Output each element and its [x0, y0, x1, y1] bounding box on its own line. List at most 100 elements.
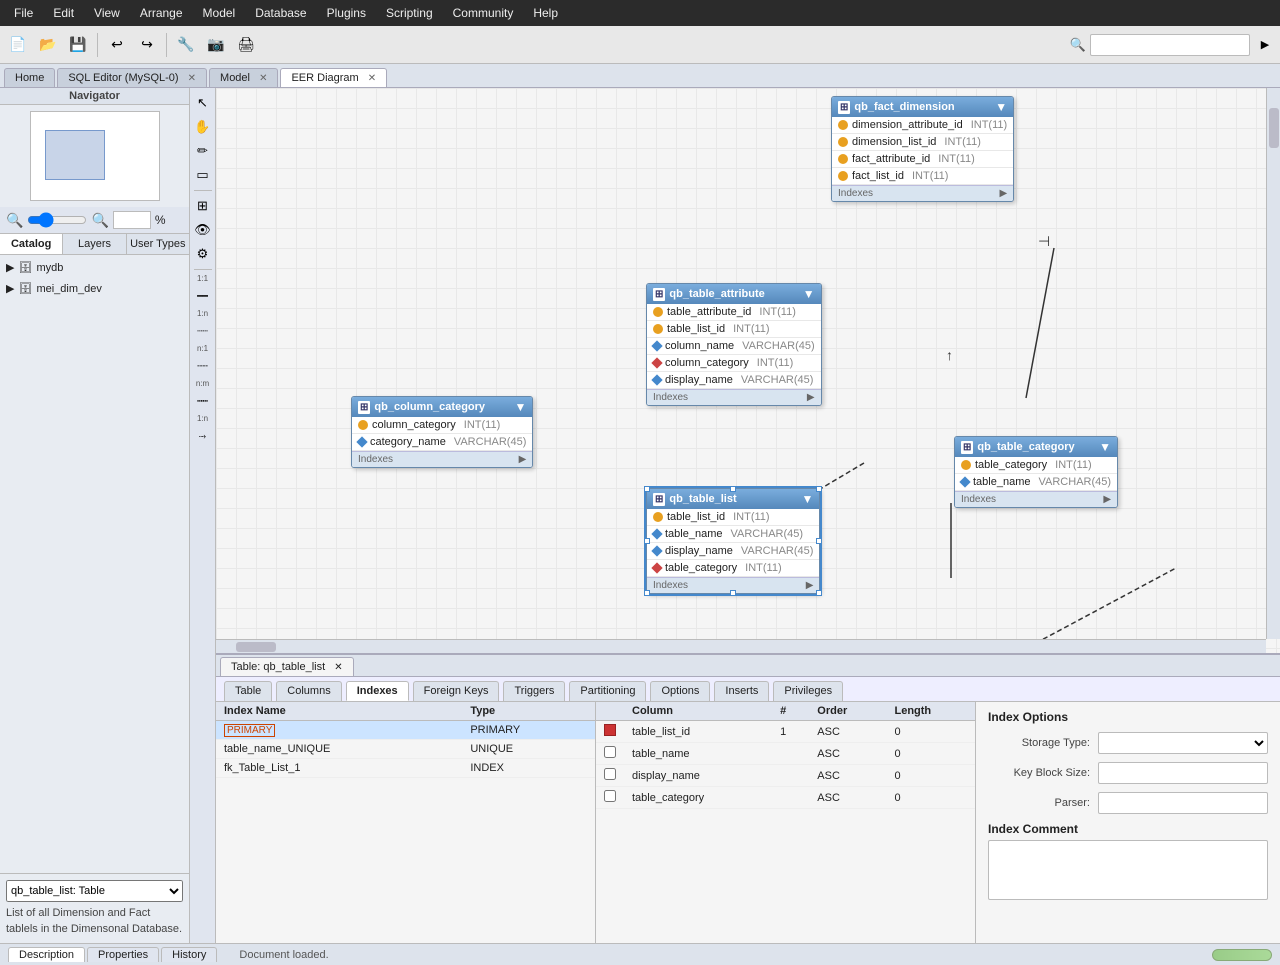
tab-sql-editor[interactable]: SQL Editor (MySQL-0) ✕	[57, 68, 207, 87]
col-checkbox-0-checked[interactable]	[604, 724, 616, 736]
hand-tool[interactable]: ✋	[192, 116, 214, 138]
toggle-button[interactable]: 🔧	[172, 31, 200, 59]
vertical-scrollbar[interactable]	[1266, 88, 1280, 639]
rel-11-tool[interactable]: ━━	[192, 285, 214, 307]
scrollbar-thumb-h[interactable]	[236, 642, 276, 652]
resize-handle-tr[interactable]	[816, 486, 822, 492]
rel-n1-tool[interactable]: ╌╌	[192, 355, 214, 377]
itab-inserts[interactable]: Inserts	[714, 681, 769, 701]
tab-model[interactable]: Model ✕	[209, 68, 278, 87]
opt-parser-input[interactable]	[1098, 792, 1268, 814]
opt-keyblock-input[interactable]: 0	[1098, 762, 1268, 784]
eer-footer-fact[interactable]: Indexes ▶	[832, 185, 1013, 201]
expand-icon-tcat[interactable]: ▼	[1099, 440, 1111, 454]
itab-partitioning[interactable]: Partitioning	[569, 681, 646, 701]
resize-handle-tl[interactable]	[644, 486, 650, 492]
resize-handle-bl[interactable]	[644, 590, 650, 596]
tab-eer-close[interactable]: ✕	[368, 73, 376, 84]
eer-table-qb-table-category[interactable]: ⊞ qb_table_category ▼ table_category INT…	[954, 436, 1118, 508]
menu-database[interactable]: Database	[245, 4, 316, 22]
undo-button[interactable]: ↩	[103, 31, 131, 59]
btab-close-table-list[interactable]: ✕	[334, 662, 342, 673]
zoom-in-button[interactable]: 🔍	[91, 212, 108, 229]
table-row[interactable]: PRIMARY PRIMARY	[216, 721, 595, 740]
table-row[interactable]: table_name_UNIQUE UNIQUE	[216, 740, 595, 759]
resize-handle-ml[interactable]	[644, 538, 650, 544]
horizontal-scrollbar[interactable]	[216, 639, 1266, 653]
indexes-expand-fact[interactable]: ▶	[999, 188, 1007, 199]
itab-table[interactable]: Table	[224, 681, 272, 701]
eer-table-qb-column-category[interactable]: ⊞ qb_column_category ▼ column_category I…	[351, 396, 533, 468]
rel-nm-tool[interactable]: ┅┅	[192, 390, 214, 412]
eer-footer-attr[interactable]: Indexes ▶	[647, 389, 821, 405]
eer-table-qb-table-list[interactable]: ⊞ qb_table_list ▼ table_list_id INT(11) …	[646, 488, 820, 594]
opt-comment-textarea[interactable]	[988, 840, 1268, 900]
menu-plugins[interactable]: Plugins	[317, 4, 376, 22]
tree-item-mydb[interactable]: ▶ 🗄 mydb	[4, 259, 185, 276]
table-row[interactable]: fk_Table_List_1 INDEX	[216, 759, 595, 778]
eer-footer-cat[interactable]: Indexes ▶	[352, 451, 532, 467]
new-button[interactable]: 📄	[4, 31, 32, 59]
col-checkbox-2[interactable]	[604, 768, 616, 780]
itab-indexes[interactable]: Indexes	[346, 681, 409, 701]
tab-sql-editor-close[interactable]: ✕	[188, 73, 196, 84]
expand-icon-list[interactable]: ▼	[802, 492, 814, 506]
tab-eer-diagram[interactable]: EER Diagram ✕	[280, 68, 387, 87]
table-selector[interactable]: qb_table_list: Table	[6, 880, 183, 902]
resize-handle-mr[interactable]	[816, 538, 822, 544]
menu-community[interactable]: Community	[443, 4, 524, 22]
resize-handle-bc[interactable]	[730, 590, 736, 596]
sidebar-tab-catalog[interactable]: Catalog	[0, 234, 63, 254]
indexes-expand-list[interactable]: ▶	[806, 580, 814, 591]
itab-foreign-keys[interactable]: Foreign Keys	[413, 681, 500, 701]
indexes-expand-attr[interactable]: ▶	[807, 392, 815, 403]
table-tool[interactable]: ⊞	[192, 195, 214, 217]
screenshot-button[interactable]: 📷	[202, 31, 230, 59]
expand-icon-cat[interactable]: ▼	[514, 400, 526, 414]
tree-item-mei[interactable]: ▶ 🗄 mei_dim_dev	[4, 280, 185, 297]
expand-icon-fact[interactable]: ▼	[995, 100, 1007, 114]
zoom-out-button[interactable]: 🔍	[6, 212, 23, 229]
indexes-expand-cat[interactable]: ▶	[519, 454, 527, 465]
redo-button[interactable]: ↪	[133, 31, 161, 59]
itab-columns[interactable]: Columns	[276, 681, 341, 701]
menu-file[interactable]: File	[4, 4, 43, 22]
itab-privileges[interactable]: Privileges	[773, 681, 843, 701]
resize-handle-br[interactable]	[816, 590, 822, 596]
menu-scripting[interactable]: Scripting	[376, 4, 443, 22]
menu-arrange[interactable]: Arrange	[130, 4, 193, 22]
col-checkbox-3[interactable]	[604, 790, 616, 802]
stab-description[interactable]: Description	[8, 947, 85, 962]
save-button[interactable]: 💾	[64, 31, 92, 59]
eer-footer-tcat[interactable]: Indexes ▶	[955, 491, 1117, 507]
itab-triggers[interactable]: Triggers	[503, 681, 565, 701]
itab-options[interactable]: Options	[650, 681, 710, 701]
search-input[interactable]	[1090, 34, 1250, 56]
tab-model-close[interactable]: ✕	[259, 73, 267, 84]
search-submit-button[interactable]: ▶	[1254, 31, 1276, 59]
sidebar-tab-layers[interactable]: Layers	[63, 234, 126, 254]
print-button[interactable]: 🖨	[232, 31, 260, 59]
eer-table-qb-table-attribute[interactable]: ⊞ qb_table_attribute ▼ table_attribute_i…	[646, 283, 822, 406]
menu-help[interactable]: Help	[523, 4, 568, 22]
stab-history[interactable]: History	[161, 947, 217, 962]
resize-handle-tc[interactable]	[730, 486, 736, 492]
menu-view[interactable]: View	[84, 4, 130, 22]
rect-tool[interactable]: ▭	[192, 164, 214, 186]
indexes-expand-tcat[interactable]: ▶	[1103, 494, 1111, 505]
zoom-slider[interactable]	[27, 212, 87, 228]
scrollbar-thumb-v[interactable]	[1269, 108, 1279, 148]
menu-model[interactable]: Model	[193, 4, 246, 22]
expand-icon-attr[interactable]: ▼	[803, 287, 815, 301]
stab-properties[interactable]: Properties	[87, 947, 159, 962]
rel-opt-tool[interactable]: ⤑	[192, 425, 214, 447]
menu-edit[interactable]: Edit	[43, 4, 84, 22]
zoom-input[interactable]: 100	[113, 211, 151, 229]
eer-canvas[interactable]: ⊣ ∥∥ ↑ ⊞ qb_fact_dimension ▼ dimension_a…	[216, 88, 1280, 653]
rel-1n-tool[interactable]: ┄┄	[192, 320, 214, 342]
btab-table-list[interactable]: Table: qb_table_list ✕	[220, 657, 354, 676]
col-checkbox-1[interactable]	[604, 746, 616, 758]
view-tool[interactable]: 👁	[192, 219, 214, 241]
cursor-tool[interactable]: ↖	[192, 92, 214, 114]
pencil-tool[interactable]: ✏	[192, 140, 214, 162]
